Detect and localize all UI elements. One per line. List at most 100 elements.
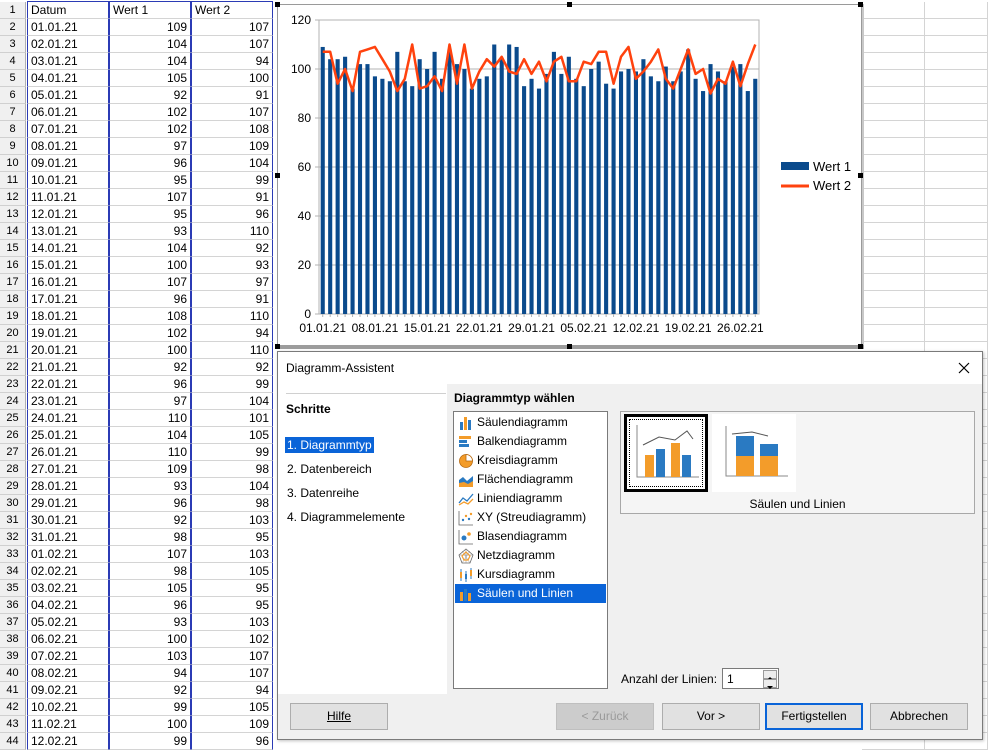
chart-handle-bottom-left[interactable] bbox=[275, 344, 280, 349]
back-button[interactable]: < Zurück bbox=[556, 703, 654, 730]
table-cell[interactable]: 08.02.21 bbox=[27, 665, 109, 682]
table-cell[interactable]: 06.02.21 bbox=[27, 631, 109, 648]
table-cell[interactable]: 94 bbox=[191, 682, 273, 699]
table-cell[interactable]: 94 bbox=[191, 53, 273, 70]
table-cell[interactable]: 98 bbox=[109, 563, 191, 580]
table-cell[interactable]: 104 bbox=[191, 393, 273, 410]
table-cell[interactable]: 92 bbox=[109, 512, 191, 529]
help-button[interactable]: Hilfe bbox=[290, 703, 388, 730]
table-cell[interactable]: 100 bbox=[191, 70, 273, 87]
table-cell[interactable]: 110 bbox=[191, 308, 273, 325]
table-cell[interactable]: 100 bbox=[109, 342, 191, 359]
row-header[interactable]: 3 bbox=[0, 36, 26, 53]
table-cell[interactable]: 03.02.21 bbox=[27, 580, 109, 597]
chart-handle-bottom-center[interactable] bbox=[567, 344, 572, 349]
table-cell[interactable] bbox=[925, 172, 988, 189]
table-cell[interactable]: 20.01.21 bbox=[27, 342, 109, 359]
row-header[interactable]: 14 bbox=[0, 223, 26, 240]
table-cell[interactable] bbox=[862, 53, 925, 70]
table-cell[interactable]: 105 bbox=[191, 427, 273, 444]
table-cell[interactable]: 107 bbox=[191, 36, 273, 53]
row-header[interactable]: 10 bbox=[0, 155, 26, 172]
row-header[interactable]: 30 bbox=[0, 495, 26, 512]
table-cell[interactable] bbox=[862, 155, 925, 172]
table-cell[interactable] bbox=[862, 291, 925, 308]
table-cell[interactable] bbox=[862, 223, 925, 240]
table-cell[interactable]: 91 bbox=[191, 291, 273, 308]
row-header[interactable]: 5 bbox=[0, 70, 26, 87]
chart-type-bubble[interactable]: Blasendiagramm bbox=[455, 527, 606, 546]
table-cell[interactable]: 99 bbox=[191, 172, 273, 189]
table-cell[interactable]: 29.01.21 bbox=[27, 495, 109, 512]
table-cell[interactable] bbox=[862, 172, 925, 189]
table-cell[interactable]: 07.01.21 bbox=[27, 121, 109, 138]
table-cell[interactable] bbox=[925, 87, 988, 104]
column-header-cell[interactable]: Datum bbox=[27, 2, 109, 19]
table-cell[interactable] bbox=[862, 189, 925, 206]
table-cell[interactable]: 07.02.21 bbox=[27, 648, 109, 665]
table-cell[interactable]: 110 bbox=[191, 223, 273, 240]
row-header[interactable]: 29 bbox=[0, 478, 26, 495]
table-cell[interactable] bbox=[862, 70, 925, 87]
spin-down-button[interactable] bbox=[763, 679, 777, 689]
table-cell[interactable]: 09.02.21 bbox=[27, 682, 109, 699]
table-cell[interactable]: 11.02.21 bbox=[27, 716, 109, 733]
table-cell[interactable]: 96 bbox=[109, 376, 191, 393]
row-header[interactable]: 24 bbox=[0, 393, 26, 410]
table-cell[interactable] bbox=[925, 189, 988, 206]
table-cell[interactable] bbox=[925, 274, 988, 291]
table-cell[interactable] bbox=[925, 223, 988, 240]
table-cell[interactable]: 96 bbox=[109, 495, 191, 512]
table-cell[interactable]: 105 bbox=[191, 699, 273, 716]
row-header[interactable]: 34 bbox=[0, 563, 26, 580]
table-cell[interactable]: 110 bbox=[109, 410, 191, 427]
table-cell[interactable]: 18.01.21 bbox=[27, 308, 109, 325]
row-header[interactable]: 41 bbox=[0, 682, 26, 699]
table-cell[interactable]: 91 bbox=[191, 87, 273, 104]
table-cell[interactable]: 98 bbox=[191, 495, 273, 512]
table-cell[interactable]: 01.01.21 bbox=[27, 19, 109, 36]
table-cell[interactable]: 91 bbox=[191, 189, 273, 206]
table-cell[interactable]: 96 bbox=[109, 597, 191, 614]
table-cell[interactable] bbox=[862, 240, 925, 257]
row-header[interactable]: 6 bbox=[0, 87, 26, 104]
table-cell[interactable]: 92 bbox=[191, 359, 273, 376]
table-cell[interactable] bbox=[862, 274, 925, 291]
table-cell[interactable]: 104 bbox=[109, 36, 191, 53]
table-cell[interactable]: 96 bbox=[109, 291, 191, 308]
table-cell[interactable]: 98 bbox=[109, 529, 191, 546]
table-cell[interactable]: 104 bbox=[109, 427, 191, 444]
table-cell[interactable]: 93 bbox=[109, 614, 191, 631]
table-cell[interactable]: 92 bbox=[109, 87, 191, 104]
step-chart-elements[interactable]: 4. Diagrammelemente bbox=[285, 509, 407, 525]
table-cell[interactable] bbox=[925, 104, 988, 121]
table-cell[interactable]: 27.01.21 bbox=[27, 461, 109, 478]
table-cell[interactable]: 92 bbox=[191, 240, 273, 257]
table-cell[interactable]: 11.01.21 bbox=[27, 189, 109, 206]
row-header[interactable]: 44 bbox=[0, 733, 26, 750]
row-header[interactable]: 4 bbox=[0, 53, 26, 70]
table-cell[interactable] bbox=[925, 257, 988, 274]
table-cell[interactable]: 107 bbox=[109, 189, 191, 206]
table-cell[interactable]: 95 bbox=[109, 172, 191, 189]
table-cell[interactable]: 95 bbox=[191, 580, 273, 597]
table-cell[interactable]: 25.01.21 bbox=[27, 427, 109, 444]
next-button[interactable]: Vor > bbox=[662, 703, 760, 730]
table-cell[interactable]: 12.01.21 bbox=[27, 206, 109, 223]
table-cell[interactable]: 102 bbox=[109, 121, 191, 138]
table-cell[interactable] bbox=[925, 240, 988, 257]
row-header[interactable]: 1 bbox=[0, 2, 26, 19]
chart-type-column-and-line[interactable]: Säulen und Linien bbox=[455, 584, 606, 603]
table-cell[interactable] bbox=[862, 36, 925, 53]
row-header[interactable]: 42 bbox=[0, 699, 26, 716]
row-header[interactable]: 20 bbox=[0, 325, 26, 342]
table-cell[interactable]: 21.01.21 bbox=[27, 359, 109, 376]
step-data-series[interactable]: 3. Datenreihe bbox=[285, 485, 361, 501]
table-cell[interactable]: 01.02.21 bbox=[27, 546, 109, 563]
table-cell[interactable]: 105 bbox=[191, 563, 273, 580]
table-cell[interactable]: 97 bbox=[109, 138, 191, 155]
row-header[interactable]: 36 bbox=[0, 597, 26, 614]
chart-handle-bottom-right[interactable] bbox=[858, 344, 863, 349]
table-cell[interactable]: 109 bbox=[109, 19, 191, 36]
table-cell[interactable]: 107 bbox=[191, 648, 273, 665]
